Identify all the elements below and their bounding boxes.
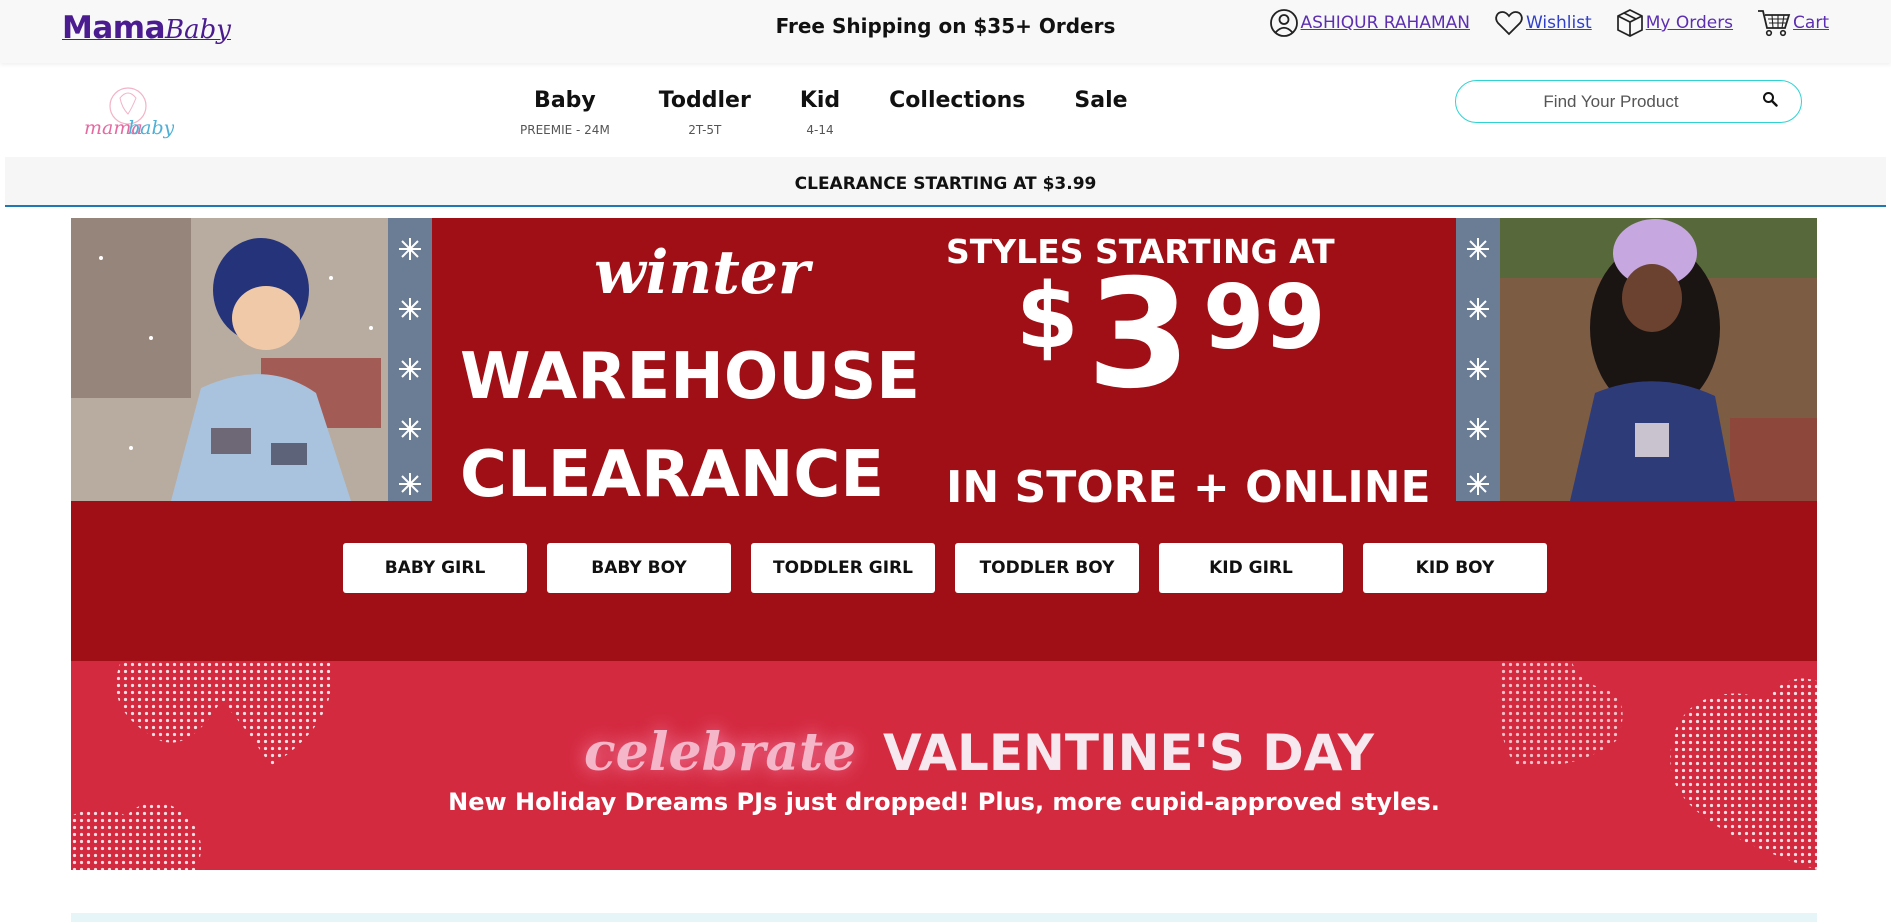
clearance-strip-text: CLEARANCE STARTING AT $3.99 [794, 174, 1097, 194]
nav-item-collections[interactable]: Collections [889, 88, 1025, 137]
my-orders-label: My Orders [1645, 13, 1734, 33]
dotted-heart-decoration [116, 661, 333, 766]
celebrate-text: celebrate [584, 722, 857, 783]
toddler-boy-button[interactable]: TODDLER BOY [955, 543, 1139, 593]
cart-label: Cart [1793, 13, 1829, 33]
nav-label: Toddler [658, 88, 751, 113]
hero-price: $ 3 99 [1016, 260, 1325, 410]
cart-icon [1758, 10, 1791, 37]
account-name: ASHIQUR RAHAMAN [1300, 13, 1470, 33]
site-logo[interactable]: mama baby [82, 84, 175, 154]
baby-girl-button[interactable]: BABY GIRL [343, 543, 527, 593]
nav-label: Sale [1074, 88, 1128, 113]
hero-photo-girl [1456, 218, 1817, 501]
wishlist-label: Wishlist [1525, 13, 1592, 33]
wishlist-link[interactable]: Wishlist [1494, 9, 1592, 37]
nav-item-sale[interactable]: Sale [1074, 88, 1127, 137]
valentines-subtitle: New Holiday Dreams PJs just dropped! Plu… [448, 788, 1440, 816]
nav-item-toddler[interactable]: Toddler 2T-5T [659, 88, 751, 137]
snowflake-band [388, 218, 432, 501]
winter-clearance-hero[interactable]: winter WAREHOUSE CLEARANCE STYLES STARTI… [71, 218, 1817, 661]
nav-label: Kid [799, 88, 841, 113]
nav-item-baby[interactable]: Baby PREEMIE - 24M [520, 88, 610, 137]
search-icon[interactable] [1762, 91, 1778, 112]
category-buttons: BABY GIRL BABY BOY TODDLER GIRL TODDLER … [343, 543, 1567, 593]
snowflake-band [1456, 218, 1500, 501]
next-section-edge [71, 913, 1817, 922]
cart-link[interactable]: Cart [1757, 8, 1829, 38]
hero-photo-boy [71, 218, 432, 501]
valentines-day-banner[interactable]: celebrate VALENTINE'S DAY New Holiday Dr… [71, 661, 1817, 870]
kid-boy-button[interactable]: KID BOY [1363, 543, 1547, 593]
box-icon [1616, 9, 1643, 37]
nav-label: Collections [889, 88, 1026, 113]
nav-sublabel: 4-14 [806, 123, 834, 137]
dotted-heart-decoration [1670, 678, 1817, 870]
account-link[interactable]: ASHIQUR RAHAMAN [1269, 8, 1470, 38]
nav-sublabel: 2T-5T [688, 123, 722, 137]
nav-label: Baby [534, 88, 596, 113]
hero-clearance-text: CLEARANCE [460, 438, 885, 512]
dotted-heart-decoration [1498, 661, 1623, 767]
nav-sublabel: PREEMIE - 24M [520, 123, 610, 137]
hero-winter-text: winter [594, 238, 810, 308]
search-input[interactable] [1476, 91, 1746, 112]
hero-in-store-online: IN STORE + ONLINE [946, 462, 1431, 513]
search-box [1455, 80, 1802, 123]
hero-warehouse-text: WAREHOUSE [460, 340, 920, 414]
valentines-day-title: VALENTINE'S DAY [883, 724, 1374, 782]
kid-girl-button[interactable]: KID GIRL [1159, 543, 1343, 593]
baby-boy-button[interactable]: BABY BOY [547, 543, 731, 593]
heart-icon [1495, 11, 1523, 36]
price-cents: 99 [1203, 266, 1326, 369]
main-nav: Baby PREEMIE - 24M Toddler 2T-5T Kid 4-1… [520, 88, 1177, 137]
top-bar: MamaBaby Free Shipping on $35+ Orders AS… [0, 0, 1891, 63]
price-whole: 3 [1086, 248, 1191, 422]
user-icon [1269, 9, 1298, 37]
toddler-girl-button[interactable]: TODDLER GIRL [751, 543, 935, 593]
account-links: ASHIQUR RAHAMAN Wishlist My Orders Cart [1245, 8, 1829, 38]
nav-item-kid[interactable]: Kid 4-14 [800, 88, 840, 137]
price-dollar-sign: $ [1016, 264, 1079, 369]
my-orders-link[interactable]: My Orders [1616, 8, 1733, 38]
svg-text:baby: baby [128, 117, 174, 139]
clearance-strip[interactable]: CLEARANCE STARTING AT $3.99 [5, 157, 1886, 207]
